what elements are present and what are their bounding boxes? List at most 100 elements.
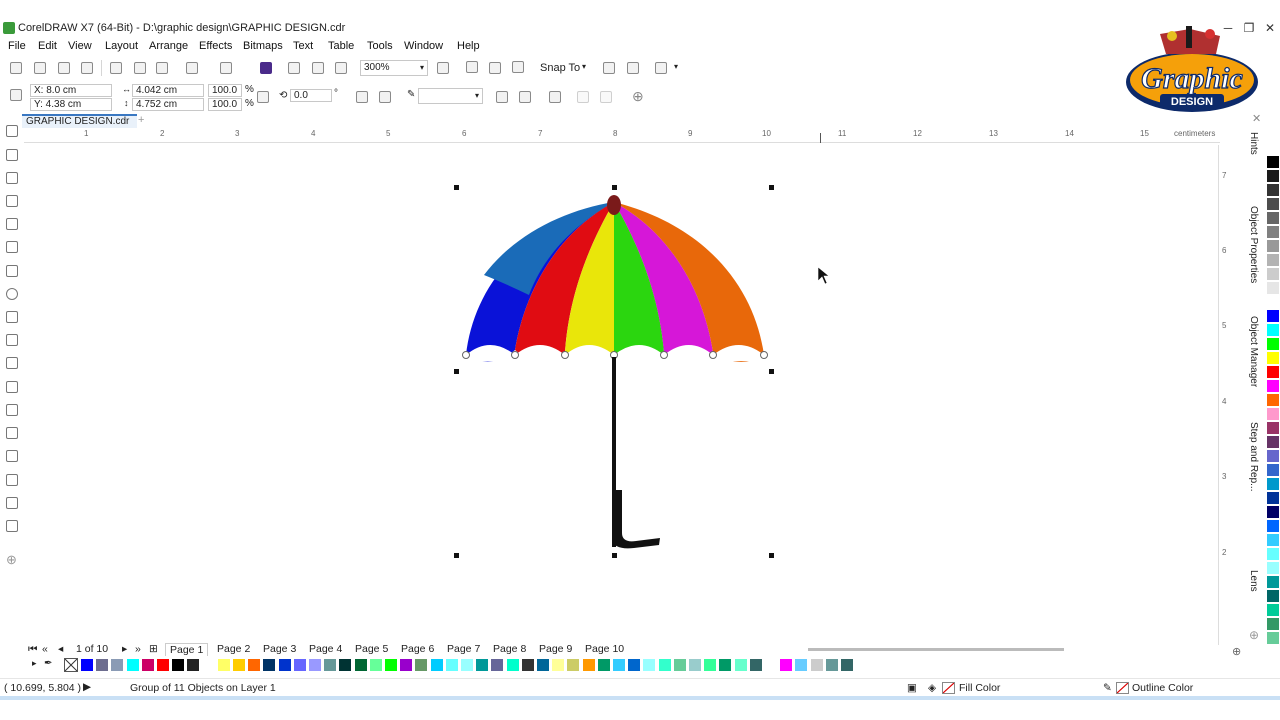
save-icon[interactable] xyxy=(58,62,70,74)
color-swatch[interactable] xyxy=(429,658,444,672)
outline-color-swatch[interactable] xyxy=(1116,682,1129,694)
corel-connect-icon[interactable] xyxy=(260,62,272,74)
color-swatch[interactable] xyxy=(460,658,474,672)
first-page-icon[interactable]: ⏮ xyxy=(28,643,37,656)
undo-icon[interactable] xyxy=(186,62,198,74)
parallel-dimension-tool-icon[interactable] xyxy=(6,357,18,369)
menu-text[interactable]: Text xyxy=(293,40,313,52)
zoom-navigator-icon[interactable]: ⊕ xyxy=(1232,645,1241,658)
color-swatch[interactable] xyxy=(308,658,322,672)
application-launcher-icon[interactable] xyxy=(627,62,639,74)
color-swatch[interactable] xyxy=(809,658,824,672)
ungroup-objects-icon[interactable] xyxy=(549,91,561,103)
color-swatch[interactable] xyxy=(1266,631,1280,645)
color-swatch[interactable] xyxy=(1266,295,1280,309)
color-swatch[interactable] xyxy=(338,658,353,672)
menu-layout[interactable]: Layout xyxy=(105,40,138,52)
color-swatch[interactable] xyxy=(688,658,702,672)
scale-height-field[interactable]: 100.0 xyxy=(208,98,242,111)
last-page-icon[interactable]: » xyxy=(135,643,141,655)
color-swatch[interactable] xyxy=(1266,603,1280,617)
color-swatch[interactable] xyxy=(232,658,246,672)
zoom-level-field[interactable]: 300% ▾ xyxy=(360,60,428,76)
docker-tab-step-and-repeat[interactable]: Step and Rep... xyxy=(1248,422,1259,492)
color-swatch[interactable] xyxy=(612,658,626,672)
mirror-vertical-icon[interactable] xyxy=(379,91,391,103)
menu-window[interactable]: Window xyxy=(404,40,443,52)
color-swatch[interactable] xyxy=(414,658,429,672)
export-icon[interactable] xyxy=(312,62,324,74)
group-objects-icon[interactable] xyxy=(519,91,531,103)
menu-edit[interactable]: Edit xyxy=(38,40,57,52)
color-swatch[interactable] xyxy=(475,658,490,672)
color-proofing-icon[interactable]: ▣ xyxy=(907,682,917,694)
color-swatch[interactable] xyxy=(384,658,398,672)
color-swatch[interactable] xyxy=(1266,435,1280,449)
show-grid-icon[interactable] xyxy=(489,62,501,74)
color-swatch[interactable] xyxy=(368,658,383,672)
docker-tab-lens[interactable]: Lens xyxy=(1248,570,1259,592)
horizontal-ruler[interactable]: 1 2 3 4 5 6 7 8 9 10 11 12 13 14 15 cent… xyxy=(24,129,1220,143)
color-swatch[interactable] xyxy=(216,658,231,672)
publish-pdf-icon[interactable] xyxy=(335,62,347,74)
mirror-horizontal-icon[interactable] xyxy=(356,91,368,103)
color-swatch[interactable] xyxy=(566,658,581,672)
redo-icon[interactable] xyxy=(220,62,232,74)
menu-file[interactable]: File xyxy=(8,40,26,52)
add-icon[interactable]: ⊕ xyxy=(632,88,644,105)
page-tab-6[interactable]: Page 6 xyxy=(401,643,434,655)
snap-to-dropdown[interactable]: Snap To xyxy=(540,62,580,74)
color-swatch[interactable] xyxy=(1266,421,1280,435)
docker-tab-object-manager[interactable]: Object Manager xyxy=(1248,316,1259,387)
interactive-fill-tool-icon[interactable] xyxy=(6,474,18,486)
options-icon[interactable] xyxy=(603,62,615,74)
color-swatch[interactable] xyxy=(110,658,125,672)
page-tab-8[interactable]: Page 8 xyxy=(493,643,526,655)
umbrella-handle[interactable] xyxy=(612,490,660,549)
y-position-field[interactable]: Y: 4.38 cm xyxy=(30,98,112,111)
ellipse-tool-icon[interactable] xyxy=(6,288,18,300)
welcome-screen-icon[interactable] xyxy=(655,62,667,74)
rectangle-tool-icon[interactable] xyxy=(6,265,18,277)
color-swatch[interactable] xyxy=(1266,407,1280,421)
eyedropper-icon[interactable]: ✒ xyxy=(44,658,52,669)
selection-handle-top-left[interactable] xyxy=(454,185,459,190)
color-swatch[interactable] xyxy=(840,658,854,672)
color-swatch[interactable] xyxy=(1266,379,1280,393)
color-swatch[interactable] xyxy=(292,658,307,672)
chevron-down-icon[interactable]: ▾ xyxy=(674,62,678,71)
crop-tool-icon[interactable] xyxy=(6,172,18,184)
color-swatch[interactable] xyxy=(490,658,505,672)
menu-table[interactable]: Table xyxy=(328,40,354,52)
zoom-tool-icon[interactable] xyxy=(6,195,18,207)
object-width-field[interactable]: 4.042 cm xyxy=(132,84,204,97)
fill-color-swatch[interactable] xyxy=(942,682,955,694)
docker-tab-hints[interactable]: Hints xyxy=(1248,132,1259,155)
paste-icon[interactable] xyxy=(156,62,168,74)
color-swatch[interactable] xyxy=(1266,575,1280,589)
umbrella-top-knob[interactable] xyxy=(607,195,621,215)
color-swatch[interactable] xyxy=(1266,463,1280,477)
vertical-ruler[interactable]: 7 6 5 4 3 2 xyxy=(1218,145,1232,645)
color-swatch[interactable] xyxy=(95,658,110,672)
copy-icon[interactable] xyxy=(134,62,146,74)
page-tab-2[interactable]: Page 2 xyxy=(217,643,250,655)
close-button[interactable]: ✕ xyxy=(1262,21,1278,35)
object-origin-icon[interactable] xyxy=(10,89,22,101)
color-swatch[interactable] xyxy=(1266,393,1280,407)
new-tab-plus-icon[interactable]: + xyxy=(138,114,144,126)
next-page-icon[interactable]: ▸ xyxy=(122,643,127,655)
color-swatch[interactable] xyxy=(1266,169,1280,183)
page-tab-7[interactable]: Page 7 xyxy=(447,643,480,655)
color-swatch[interactable] xyxy=(247,658,262,672)
palette-scroll-icon[interactable]: ▸ xyxy=(32,658,37,669)
rotation-angle-field[interactable]: 0.0 xyxy=(290,89,332,102)
color-swatch[interactable] xyxy=(1266,337,1280,351)
object-height-field[interactable]: 4.752 cm xyxy=(132,98,204,111)
menu-effects[interactable]: Effects xyxy=(199,40,232,52)
color-swatch[interactable] xyxy=(171,658,186,672)
color-swatch[interactable] xyxy=(748,658,763,672)
previous-page-icon[interactable]: ◂ xyxy=(58,643,63,655)
smart-fill-tool-icon[interactable] xyxy=(6,497,18,509)
to-front-icon[interactable] xyxy=(577,91,589,103)
